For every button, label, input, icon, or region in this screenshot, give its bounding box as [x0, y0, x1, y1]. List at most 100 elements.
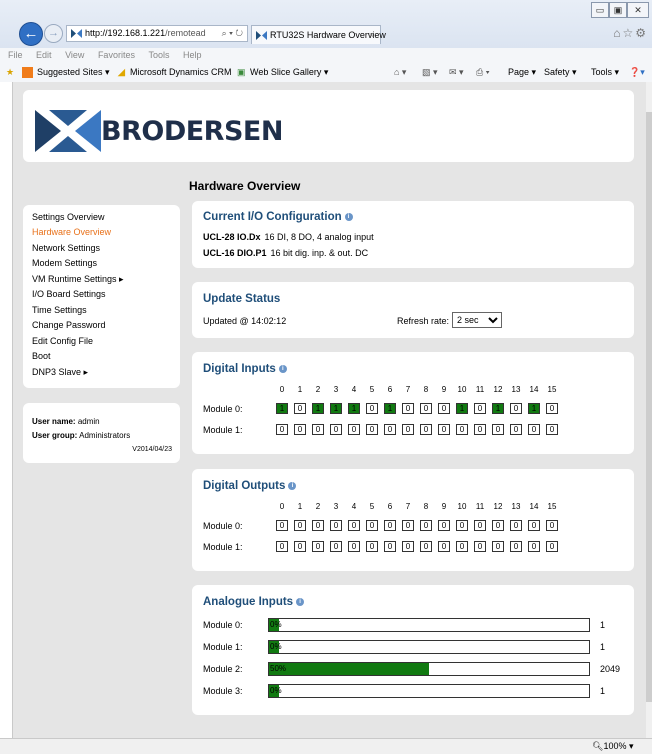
favorites-star-icon[interactable]: ☆	[622, 26, 635, 40]
zoom-control[interactable]: 🔍︎100% ▾	[592, 739, 634, 754]
status-bar: 🔍︎100% ▾	[0, 738, 652, 754]
di-bit-cell: 1	[330, 403, 342, 414]
favorites-star-icon[interactable]: ★	[6, 63, 14, 82]
di-bit-number: 11	[475, 385, 485, 394]
brodersen-favicon-icon	[71, 29, 82, 38]
print-icon[interactable]: ⎙ ▾	[476, 63, 489, 82]
info-icon[interactable]: i	[288, 481, 297, 490]
di-bit-cell: 0	[510, 424, 522, 435]
io-config-desc-0: 16 DI, 8 DO, 4 analog input	[264, 232, 374, 242]
info-icon[interactable]: i	[296, 597, 305, 606]
ai-raw-value: 1	[600, 686, 606, 696]
maximize-button[interactable]: ▣	[609, 2, 627, 18]
zoom-icon: 🔍︎	[592, 741, 604, 751]
sidebar-item-boot[interactable]: Boot	[32, 351, 51, 361]
sidebar-item-settings-overview[interactable]: Settings Overview	[32, 212, 105, 222]
brand-name: BRODERSEN	[101, 116, 283, 147]
brodersen-logo: BRODERSEN	[35, 110, 305, 154]
do-bit-cell: 0	[474, 520, 486, 531]
address-bar[interactable]: http://192.168.1.221/remotead ⌕ ▾ ↻	[66, 25, 248, 42]
updated-timestamp: Updated @ 14:02:12	[203, 316, 287, 326]
do-bit-cell: 0	[456, 541, 468, 552]
search-refresh-icon[interactable]: ⌕ ▾ ↻	[222, 26, 243, 41]
user-name-label: User name:	[32, 417, 76, 426]
sidebar-item-network-settings[interactable]: Network Settings	[32, 243, 100, 253]
do-bit-cell: 0	[546, 520, 558, 531]
menu-tools[interactable]: Tools	[148, 50, 169, 60]
di-bit-cell: 0	[420, 403, 432, 414]
do-bit-number: 5	[369, 502, 375, 511]
sidebar-item-dnp3-slave[interactable]: DNP3 Slave ▸	[32, 367, 88, 378]
tools-menu[interactable]: Tools ▾	[591, 63, 619, 82]
menu-view[interactable]: View	[65, 50, 84, 60]
di-module-1-label: Module 1:	[203, 425, 243, 435]
home-toolbar-icon[interactable]: ⌂ ▾	[394, 63, 406, 82]
feeds-icon[interactable]: ▧ ▾	[422, 63, 438, 82]
menu-file[interactable]: File	[8, 50, 23, 60]
di-bit-cell: 0	[474, 424, 486, 435]
tab-hardware-overview[interactable]: RTU32S Hardware Overview ×	[251, 25, 386, 44]
do-bit-cell: 0	[384, 541, 396, 552]
settings-gear-icon[interactable]: ⚙	[635, 26, 648, 40]
close-window-button[interactable]: ✕	[627, 2, 649, 18]
di-bit-number: 9	[441, 385, 447, 394]
di-bit-cell: 0	[438, 403, 450, 414]
do-bit-cell: 0	[492, 541, 504, 552]
mail-icon[interactable]: ✉ ▾	[449, 63, 464, 82]
url-host: http://192.168.1.221	[85, 28, 166, 38]
analogue-inputs-panel: Analogue Inputs i Module 0: 0% 1 Module 1: 0%…	[192, 585, 634, 715]
do-bit-cell: 0	[546, 541, 558, 552]
url-path: /remotead	[165, 28, 206, 38]
menu-help[interactable]: Help	[183, 50, 202, 60]
back-button[interactable]: ←	[19, 22, 43, 46]
do-bit-number: 15	[547, 502, 557, 511]
suggested-sites-link[interactable]: Suggested Sites ▾	[37, 63, 110, 82]
di-bit-number: 3	[333, 385, 339, 394]
dynamics-crm-link[interactable]: Microsoft Dynamics CRM	[130, 63, 232, 82]
ai-progress-bar: 0%	[268, 618, 590, 632]
sidebar-item-change-password[interactable]: Change Password	[32, 320, 106, 330]
sidebar-item-modem-settings[interactable]: Modem Settings	[32, 258, 97, 268]
refresh-rate-select[interactable]: 2 sec	[452, 312, 502, 328]
help-icon[interactable]: ❓▾	[629, 63, 645, 82]
forward-button[interactable]: →	[44, 24, 63, 43]
menu-edit[interactable]: Edit	[36, 50, 52, 60]
forward-arrow-icon: →	[48, 27, 59, 39]
do-bit-cell: 0	[510, 520, 522, 531]
zoom-level: 100%	[603, 741, 627, 751]
di-bit-cell: 1	[456, 403, 468, 414]
do-bit-cell: 0	[330, 541, 342, 552]
sidebar-item-vm-runtime-settings[interactable]: VM Runtime Settings ▸	[32, 274, 124, 285]
scrollbar-thumb[interactable]	[646, 112, 652, 702]
digital-outputs-title: Digital Outputs	[203, 480, 286, 492]
do-module-0-label: Module 0:	[203, 521, 243, 531]
page-scrollbar[interactable]	[646, 82, 652, 738]
tab-close-icon[interactable]: ×	[369, 26, 374, 44]
sidebar-item-hardware-overview[interactable]: Hardware Overview	[32, 227, 111, 237]
info-icon[interactable]: i	[278, 364, 287, 373]
menu-favorites[interactable]: Favorites	[98, 50, 135, 60]
do-bit-cell: 0	[384, 520, 396, 531]
do-bit-cell: 0	[276, 520, 288, 531]
do-bit-number: 12	[493, 502, 503, 511]
minimize-button[interactable]: ▭	[591, 2, 609, 18]
do-bit-cell: 0	[474, 541, 486, 552]
info-icon[interactable]: i	[344, 212, 353, 221]
do-bit-cell: 0	[420, 541, 432, 552]
menu-bar: File Edit View Favorites Tools Help	[0, 48, 652, 63]
sidebar-item-edit-config-file[interactable]: Edit Config File	[32, 336, 93, 346]
web-slice-icon: ▣	[237, 67, 246, 77]
user-info-panel: User name: admin User group: Administrat…	[23, 403, 180, 463]
di-bit-number: 5	[369, 385, 375, 394]
do-bit-number: 2	[315, 502, 321, 511]
web-slice-gallery-link[interactable]: Web Slice Gallery ▾	[250, 63, 328, 82]
do-bit-cell: 0	[528, 520, 540, 531]
safety-menu[interactable]: Safety ▾	[544, 63, 577, 82]
io-configuration-panel: Current I/O Configuration i UCL-28 IO.Dx 1…	[192, 201, 634, 268]
sidebar-item-time-settings[interactable]: Time Settings	[32, 305, 87, 315]
di-bit-cell: 0	[294, 424, 306, 435]
page-menu[interactable]: Page ▾	[508, 63, 536, 82]
di-bit-number: 13	[511, 385, 521, 394]
sidebar-item-io-board-settings[interactable]: I/O Board Settings	[32, 289, 106, 299]
di-bit-cell: 0	[546, 403, 558, 414]
